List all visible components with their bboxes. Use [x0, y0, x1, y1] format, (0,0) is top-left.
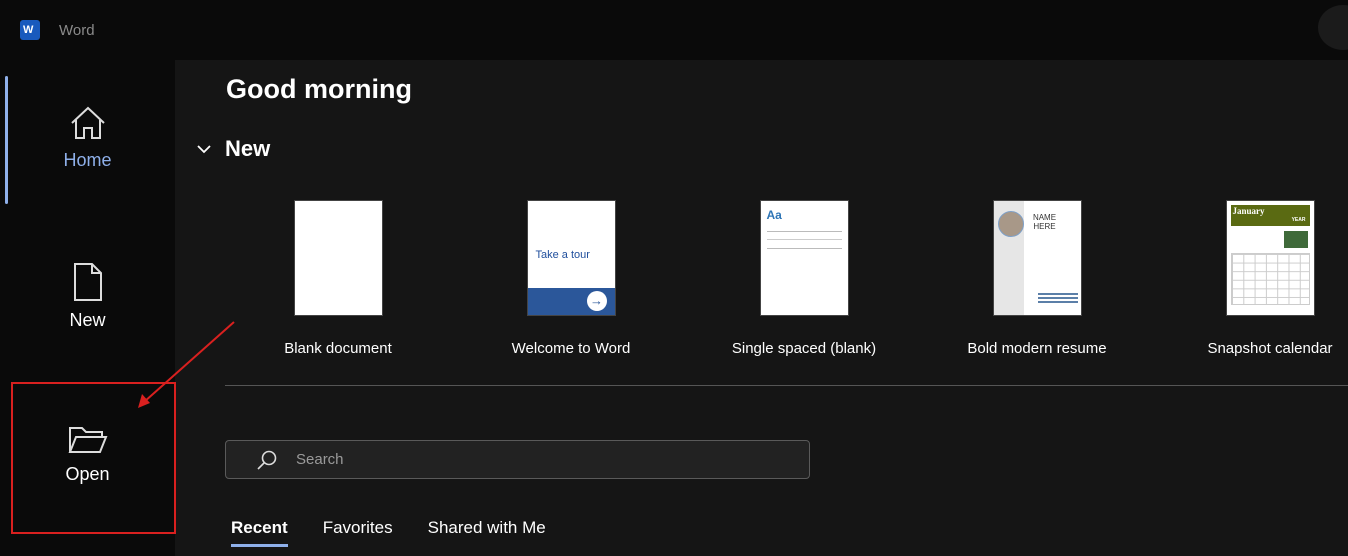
- greeting: Good morning: [226, 74, 412, 104]
- template-thumbnail: January YEAR: [1225, 200, 1315, 316]
- template-label: Blank document: [284, 340, 392, 357]
- thumb-text: January: [1232, 206, 1265, 216]
- thumb-text: Aa: [766, 208, 782, 222]
- thumb-text: Take a tour: [535, 249, 590, 261]
- main-content: Good morning New Blank document Take a t…: [175, 60, 1348, 556]
- thumb-subtext: YEAR: [1291, 217, 1306, 223]
- search-icon: [257, 450, 277, 470]
- home-icon: [70, 106, 105, 139]
- app-name: Word: [59, 22, 95, 39]
- file-tabs: Recent Favorites Shared with Me: [231, 518, 546, 547]
- section-title: New: [225, 136, 271, 161]
- template-single-spaced[interactable]: Aa Single spaced (blank): [704, 200, 904, 357]
- template-snapshot-calendar[interactable]: January YEAR Snapshot calendar: [1170, 200, 1348, 357]
- new-section-header[interactable]: New: [197, 136, 270, 162]
- template-thumbnail: Take a tour →: [526, 200, 616, 316]
- template-thumbnail: [293, 200, 383, 316]
- arrow-right-icon: →: [586, 291, 607, 311]
- template-label: Welcome to Word: [511, 340, 631, 357]
- word-logo-icon: W: [20, 20, 40, 40]
- template-label: Single spaced (blank): [731, 340, 877, 357]
- tab-favorites[interactable]: Favorites: [323, 518, 393, 547]
- thumb-text: NAME HERE: [1032, 213, 1057, 231]
- annotation-arrow-icon: [138, 321, 235, 408]
- title-bar: W Word: [0, 0, 1348, 60]
- template-label: Snapshot calendar: [1207, 340, 1333, 357]
- sidebar-item-label: Home: [63, 150, 112, 170]
- new-document-icon: [73, 263, 102, 301]
- chevron-down-icon[interactable]: [197, 144, 211, 154]
- search-placeholder: Search: [296, 451, 344, 468]
- active-indicator: [5, 76, 8, 204]
- tab-shared-with-me[interactable]: Shared with Me: [428, 518, 546, 547]
- account-avatar[interactable]: [1318, 5, 1348, 50]
- template-thumbnail: NAME HERE: [992, 200, 1082, 316]
- template-welcome-to-word[interactable]: Take a tour → Welcome to Word: [471, 200, 671, 357]
- search-input[interactable]: Search: [225, 440, 810, 479]
- sidebar-item-home[interactable]: Home: [0, 60, 175, 220]
- template-thumbnail: Aa: [759, 200, 849, 316]
- template-label: Bold modern resume: [967, 340, 1107, 357]
- template-blank-document[interactable]: Blank document: [238, 200, 438, 357]
- tab-recent[interactable]: Recent: [231, 518, 288, 547]
- divider: [225, 385, 1348, 386]
- template-bold-modern-resume[interactable]: NAME HERE Bold modern resume: [937, 200, 1137, 357]
